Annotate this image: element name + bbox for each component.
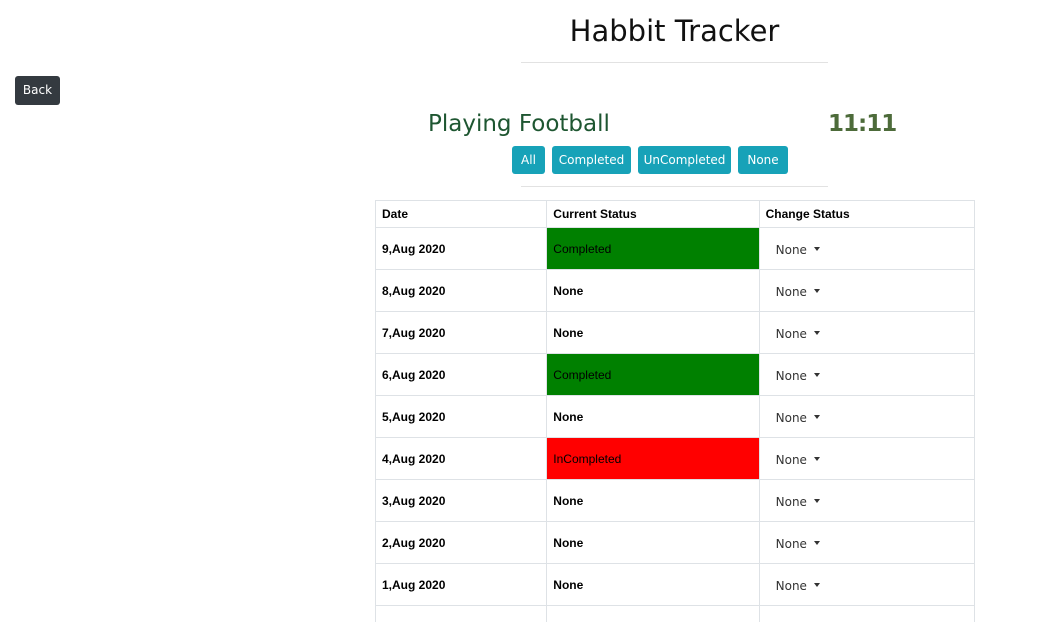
- filter-divider: [521, 186, 828, 187]
- row-change-status: None: [758, 227, 976, 270]
- row-current-status: None: [546, 311, 760, 354]
- row-date: 2,Aug 2020: [374, 521, 548, 564]
- caret-down-icon: [813, 289, 820, 293]
- row-current-status: Completed: [546, 227, 760, 270]
- table-row: 6,Aug 2020 Completed None: [374, 353, 976, 396]
- header-change-status: Change Status: [758, 200, 976, 228]
- dropdown-label: None: [775, 579, 807, 593]
- table-row: 9,Aug 2020 Completed None: [374, 227, 976, 270]
- row-current-status: None: [546, 269, 760, 312]
- change-status-dropdown[interactable]: None: [776, 579, 820, 593]
- header-date: Date: [374, 200, 548, 228]
- filter-uncompleted-button[interactable]: UnCompleted: [638, 146, 731, 174]
- change-status-dropdown[interactable]: None: [776, 453, 820, 467]
- habit-name: Playing Football: [428, 111, 610, 137]
- row-date: 1,Aug 2020: [374, 563, 548, 606]
- change-status-dropdown[interactable]: None: [776, 327, 820, 341]
- filter-all-button[interactable]: All: [512, 146, 545, 174]
- row-current-status: None: [546, 563, 760, 606]
- dropdown-label: None: [775, 537, 807, 551]
- page-title: Habbit Tracker: [569, 14, 780, 48]
- row-current-status: Completed: [546, 353, 760, 396]
- dropdown-label: None: [775, 285, 807, 299]
- table-row: 31,Jul 2020NoneNone: [374, 605, 976, 622]
- row-date: 31,Jul 2020: [374, 605, 548, 622]
- change-status-dropdown[interactable]: None: [776, 495, 820, 509]
- table-row: 5,Aug 2020 None None: [374, 395, 976, 438]
- row-current-status: InCompleted: [546, 437, 760, 480]
- dropdown-label: None: [775, 369, 807, 383]
- row-date: 9,Aug 2020: [374, 227, 548, 270]
- caret-down-icon: [813, 247, 820, 251]
- change-status-dropdown[interactable]: None: [776, 411, 820, 425]
- change-status-dropdown[interactable]: None: [776, 285, 820, 299]
- row-date: 4,Aug 2020: [374, 437, 548, 480]
- table-row: 8,Aug 2020 None None: [374, 269, 976, 312]
- habit-tracker-page: Back Habbit Tracker Playing Football 11:…: [0, 0, 1049, 622]
- row-change-status: None: [758, 269, 976, 312]
- row-change-status: None: [758, 479, 976, 522]
- row-current-status: None: [546, 605, 760, 622]
- change-status-dropdown[interactable]: None: [776, 243, 820, 257]
- row-change-status: None: [758, 311, 976, 354]
- row-date: 6,Aug 2020: [374, 353, 548, 396]
- table-header-row: Date Current Status Change Status: [374, 200, 976, 228]
- back-button[interactable]: Back: [15, 76, 60, 105]
- dropdown-label: None: [775, 495, 807, 509]
- caret-down-icon: [813, 373, 820, 377]
- row-change-status: None: [758, 605, 976, 622]
- caret-down-icon: [813, 541, 820, 545]
- row-change-status: None: [758, 563, 976, 606]
- title-divider: [521, 62, 828, 63]
- caret-down-icon: [813, 415, 820, 419]
- habit-time: 11:11: [828, 111, 897, 137]
- dropdown-label: None: [775, 411, 807, 425]
- table-row: 1,Aug 2020 None None: [374, 563, 976, 606]
- row-change-status: None: [758, 521, 976, 564]
- change-status-dropdown[interactable]: None: [776, 369, 820, 383]
- row-change-status: None: [758, 437, 976, 480]
- row-change-status: None: [758, 395, 976, 438]
- row-current-status: None: [546, 521, 760, 564]
- dropdown-label: None: [775, 243, 807, 257]
- caret-down-icon: [813, 457, 820, 461]
- header-current-status: Current Status: [546, 200, 760, 228]
- status-table: Date Current Status Change Status 9,Aug …: [374, 200, 976, 622]
- filter-completed-button[interactable]: Completed: [552, 146, 631, 174]
- row-date: 7,Aug 2020: [374, 311, 548, 354]
- table-row: 4,Aug 2020 InCompleted None: [374, 437, 976, 480]
- table-row: 3,Aug 2020 None None: [374, 479, 976, 522]
- row-change-status: None: [758, 353, 976, 396]
- table-body: 9,Aug 2020 Completed None 8,Aug 2020 None Non…: [374, 227, 976, 622]
- filter-none-button[interactable]: None: [738, 146, 788, 174]
- row-current-status: None: [546, 479, 760, 522]
- dropdown-label: None: [775, 327, 807, 341]
- table-row: 7,Aug 2020 None None: [374, 311, 976, 354]
- change-status-dropdown[interactable]: None: [776, 537, 820, 551]
- row-date: 5,Aug 2020: [374, 395, 548, 438]
- dropdown-label: None: [775, 453, 807, 467]
- caret-down-icon: [813, 331, 820, 335]
- caret-down-icon: [813, 499, 820, 503]
- row-current-status: None: [546, 395, 760, 438]
- row-date: 3,Aug 2020: [374, 479, 548, 522]
- caret-down-icon: [813, 583, 820, 587]
- row-date: 8,Aug 2020: [374, 269, 548, 312]
- table-row: 2,Aug 2020 None None: [374, 521, 976, 564]
